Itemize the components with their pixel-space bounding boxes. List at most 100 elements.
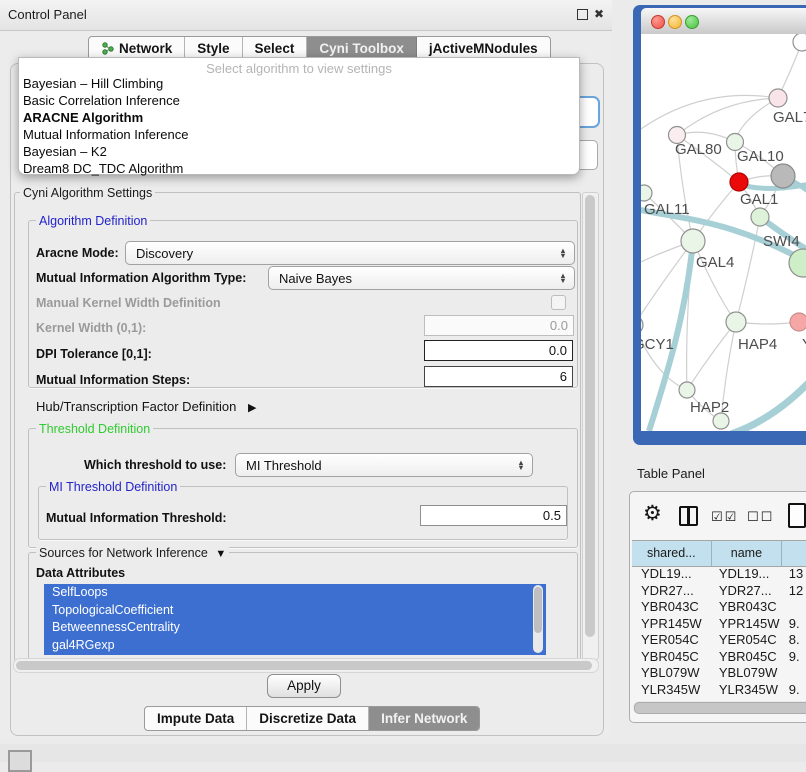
- settings-vertical-scrollbar[interactable]: [582, 192, 599, 660]
- docked-panel-grip[interactable]: [8, 750, 32, 772]
- node-gal4[interactable]: [681, 229, 705, 253]
- node-hap4[interactable]: [726, 312, 746, 332]
- mi-threshold-definition-title: MI Threshold Definition: [46, 480, 180, 494]
- which-threshold-value: MI Threshold: [236, 458, 513, 473]
- manual-kernel-label: Manual Kernel Width Definition: [36, 296, 221, 310]
- settings-hscroll-thumb[interactable]: [16, 661, 592, 670]
- node-label: GCY1: [641, 336, 674, 353]
- tab-impute-data-label: Impute Data: [157, 707, 234, 730]
- attribute-item[interactable]: gal4RGexp: [44, 637, 546, 655]
- minimize-traffic-icon[interactable]: [668, 15, 682, 29]
- algorithm-dropdown-popup: Select algorithm to view settings Bayesi…: [18, 57, 580, 175]
- table-row[interactable]: YDL19...YDL19...13: [632, 566, 806, 583]
- node-hap2[interactable]: [679, 382, 695, 398]
- node-label: GAL11: [644, 201, 690, 218]
- close-icon[interactable]: ✖: [594, 7, 604, 21]
- data-attributes-list[interactable]: SelfLoops TopologicalCoefficient Between…: [44, 584, 546, 655]
- table-row[interactable]: YBR043CYBR043C: [632, 599, 806, 616]
- table-row[interactable]: YDR27...YDR27...12: [632, 583, 806, 600]
- apply-button[interactable]: Apply: [267, 674, 341, 698]
- attributes-scrollbar-thumb[interactable]: [534, 587, 542, 633]
- algorithm-option[interactable]: Basic Correlation Inference: [23, 93, 180, 108]
- two-column-view-icon[interactable]: [679, 506, 698, 526]
- table-row[interactable]: YPR145WYPR145W9.: [632, 616, 806, 633]
- column-header-shared[interactable]: shared...: [632, 541, 712, 566]
- cell: 13: [780, 566, 806, 583]
- network-window-titlebar[interactable]: [641, 8, 806, 35]
- sources-expander[interactable]: Sources for Network Inference ▼: [36, 546, 229, 560]
- node-gal7[interactable]: [769, 89, 787, 107]
- attribute-item[interactable]: BetweennessCentrality: [44, 619, 546, 637]
- node-salmon[interactable]: [790, 313, 806, 331]
- algorithm-option[interactable]: Bayesian – K2: [23, 144, 107, 159]
- network-icon: [101, 42, 114, 55]
- cell: 9.: [780, 616, 806, 633]
- sources-title: Sources for Network Inference: [39, 546, 208, 560]
- table-row[interactable]: YER054CYER054C8.: [632, 632, 806, 649]
- node-gcy1[interactable]: [641, 316, 643, 334]
- float-window-icon[interactable]: [577, 9, 588, 20]
- gear-icon[interactable]: ⚙: [643, 501, 662, 526]
- table-horizontal-scrollbar[interactable]: [633, 701, 806, 713]
- column-header-name[interactable]: name: [712, 541, 783, 566]
- zoom-traffic-icon[interactable]: [685, 15, 699, 29]
- node[interactable]: [793, 34, 806, 51]
- cell: YER054C: [632, 632, 710, 649]
- tab-infer-network-label: Infer Network: [381, 707, 467, 730]
- node-gray[interactable]: [771, 164, 795, 188]
- network-graph: GAL7 GAL80 GAL10 GAL1 GAL11 SWI4 GAL4 GC…: [641, 34, 806, 431]
- table-row[interactable]: YBR045CYBR045C9.: [632, 649, 806, 666]
- attribute-item[interactable]: SelfLoops: [44, 584, 546, 602]
- mi-type-select[interactable]: Naive Bayes ▲▼: [268, 266, 575, 290]
- document-icon[interactable]: [788, 503, 806, 528]
- table-panel-title: Table Panel: [637, 466, 705, 481]
- table-hscroll-thumb[interactable]: [634, 702, 806, 714]
- tab-impute-data[interactable]: Impute Data: [145, 707, 247, 730]
- table-row[interactable]: YBL079WYBL079W: [632, 665, 806, 682]
- manual-kernel-checkbox[interactable]: [551, 295, 566, 310]
- algorithm-option-selected[interactable]: ARACNE Algorithm: [23, 110, 143, 125]
- table-row[interactable]: YIL052CYIL052C9: [632, 698, 806, 699]
- node-red-selected[interactable]: [730, 173, 748, 191]
- node-label: SWI4: [763, 233, 800, 250]
- algorithm-option[interactable]: Dream8 DC_TDC Algorithm: [23, 161, 183, 176]
- node-gal11[interactable]: [641, 185, 652, 201]
- close-traffic-icon[interactable]: [651, 15, 665, 29]
- aracne-mode-select[interactable]: Discovery ▲▼: [125, 241, 575, 265]
- mi-type-label: Mutual Information Algorithm Type:: [36, 271, 246, 285]
- attributes-scrollbar[interactable]: [533, 585, 543, 653]
- column-divider: [687, 508, 690, 524]
- cell: 9: [780, 698, 806, 699]
- cell: 8.: [780, 632, 806, 649]
- network-canvas[interactable]: GAL7 GAL80 GAL10 GAL1 GAL11 SWI4 GAL4 GC…: [641, 34, 806, 431]
- table-row[interactable]: YLR345WYLR345W9.: [632, 682, 806, 699]
- cell: YBL079W: [632, 665, 710, 682]
- kernel-width-label: Kernel Width (0,1):: [36, 321, 146, 335]
- tab-infer-network[interactable]: Infer Network: [369, 707, 479, 730]
- attribute-item[interactable]: TopologicalCoefficient: [44, 602, 546, 620]
- hub-definition-expander[interactable]: Hub/Transcription Factor Definition ▶: [36, 399, 256, 414]
- cell: 12: [780, 583, 806, 600]
- panel-title: Control Panel: [8, 7, 87, 22]
- cell: YIL052C: [632, 698, 710, 699]
- tab-discretize-data[interactable]: Discretize Data: [247, 707, 369, 730]
- checked-checkboxes-icon[interactable]: ☑☑: [711, 509, 738, 525]
- settings-vscroll-thumb[interactable]: [585, 195, 595, 637]
- which-threshold-select[interactable]: MI Threshold ▲▼: [235, 453, 533, 477]
- node-gal1[interactable]: [751, 208, 769, 226]
- tab-discretize-data-label: Discretize Data: [259, 707, 356, 730]
- dpi-tolerance-field[interactable]: 0.0: [424, 340, 573, 361]
- mi-steps-field[interactable]: 6: [424, 366, 573, 387]
- node-label: GAL7: [773, 109, 806, 126]
- cell: YIL052C: [710, 698, 780, 699]
- network-view-window: GAL7 GAL80 GAL10 GAL1 GAL11 SWI4 GAL4 GC…: [633, 5, 806, 445]
- column-header-clipped[interactable]: [782, 541, 806, 566]
- settings-horizontal-scrollbar[interactable]: [13, 658, 599, 673]
- cell: YDL19...: [632, 566, 710, 583]
- kernel-width-field[interactable]: 0.0: [424, 315, 574, 336]
- cell: YLR345W: [632, 682, 710, 699]
- algorithm-option[interactable]: Mutual Information Inference: [23, 127, 188, 142]
- algorithm-option[interactable]: Bayesian – Hill Climbing: [23, 76, 163, 91]
- mi-threshold-field[interactable]: 0.5: [420, 505, 567, 526]
- unchecked-checkboxes-icon[interactable]: ☐☐: [747, 509, 774, 525]
